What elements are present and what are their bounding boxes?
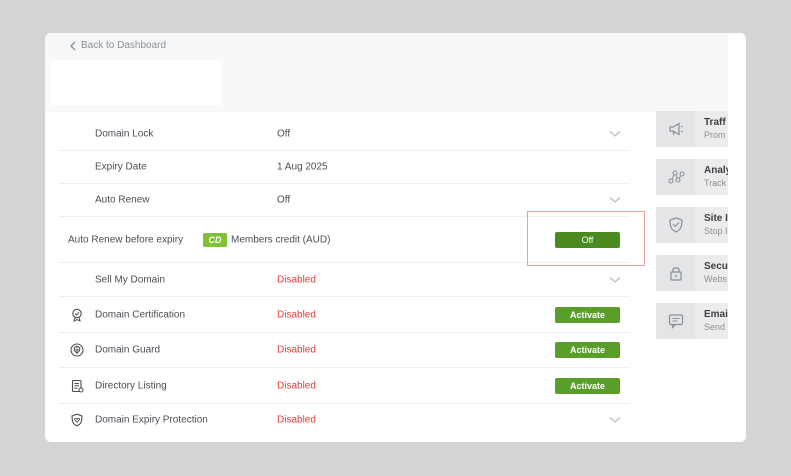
addon-status: Disabled: [277, 380, 316, 391]
sidebar-card-subtitle: Send: [704, 322, 726, 332]
addon-row-directory-listing: Directory Listing Disabled Activate: [58, 368, 630, 404]
addon-label: Directory Listing: [95, 380, 167, 391]
addon-label: Domain Expiry Protection: [95, 414, 208, 426]
sidebar-card-title: Site I: [704, 213, 728, 224]
chevron-left-icon: [70, 41, 76, 50]
lock-icon: [669, 267, 682, 281]
back-to-dashboard-link[interactable]: Back to Dashboard: [69, 40, 166, 51]
activate-button[interactable]: Activate: [555, 342, 620, 358]
sidebar-card-security[interactable]: Secu Webs: [656, 255, 728, 291]
members-credit-text: Members credit (AUD): [231, 234, 331, 245]
sidebar-card-title: Emai: [704, 309, 728, 320]
chevron-down-icon[interactable]: [609, 196, 621, 204]
sidebar-card-subtitle: Track: [704, 178, 727, 188]
setting-label: Domain Lock: [95, 128, 154, 140]
sidebar-card-subtitle: Webs: [704, 274, 727, 284]
sidebar-card-subtitle: Stop I: [704, 226, 728, 236]
addon-status: Disabled: [277, 274, 316, 285]
sidebar-card-title: Analy: [704, 165, 728, 176]
sidebar-card-email[interactable]: Emai Send: [656, 303, 728, 339]
auto-renew-off-button[interactable]: Off: [555, 231, 620, 248]
setting-label: Auto Renew: [95, 194, 150, 206]
setting-value: Off: [277, 128, 291, 140]
setting-value: 1 Aug 2025: [277, 161, 328, 173]
setting-label: Auto Renew before expiry: [68, 234, 184, 245]
addon-status: Disabled: [277, 414, 316, 426]
domain-settings-card: Back to Dashboard Domain Lock Off Expiry…: [45, 33, 746, 442]
setting-row-auto-renew-before-expiry: Auto Renew before expiry CD Members cred…: [58, 211, 645, 266]
directory-icon: [71, 379, 84, 392]
chat-icon: [668, 314, 683, 329]
globe-shield-icon: [70, 343, 84, 357]
megaphone-icon: [668, 122, 683, 136]
addon-status: Disabled: [277, 309, 316, 320]
certificate-icon: [72, 308, 82, 322]
recommendations-sidebar: Traff Prom Analy Track Site I Stop I Sec…: [656, 111, 728, 351]
addon-row-domain-certification: Domain Certification Disabled Activate: [58, 297, 630, 333]
sidebar-card-subtitle: Prom: [704, 130, 726, 140]
cd-badge: CD: [203, 232, 227, 247]
analytics-icon: [667, 170, 685, 184]
addon-label: Sell My Domain: [95, 274, 166, 285]
addon-row-sell-my-domain: Sell My Domain Disabled: [58, 263, 630, 297]
chevron-down-icon[interactable]: [609, 416, 621, 424]
shield-heart-icon: [71, 413, 83, 427]
addon-label: Domain Certification: [95, 309, 186, 320]
shield-icon: [668, 217, 683, 233]
activate-button[interactable]: Activate: [555, 306, 620, 323]
setting-row-expiry-date: Expiry Date 1 Aug 2025: [58, 151, 630, 184]
settings-list: Domain Lock Off Expiry Date 1 Aug 2025 A…: [58, 118, 645, 436]
setting-value: Off: [277, 194, 291, 206]
setting-row-domain-lock: Domain Lock Off: [58, 118, 630, 151]
addon-label: Domain Guard: [95, 344, 161, 356]
page-header: Back to Dashboard: [45, 33, 728, 112]
addon-status: Disabled: [277, 344, 316, 356]
chevron-down-icon[interactable]: [609, 276, 621, 284]
sidebar-card-analytics[interactable]: Analy Track: [656, 159, 728, 195]
sidebar-card-title: Secu: [704, 261, 728, 272]
activate-button[interactable]: Activate: [555, 377, 620, 394]
sidebar-card-site-protection[interactable]: Site I Stop I: [656, 207, 728, 243]
setting-label: Expiry Date: [95, 161, 147, 173]
sidebar-card-title: Traff: [704, 117, 726, 128]
chevron-down-icon[interactable]: [609, 130, 621, 138]
addon-row-domain-guard: Domain Guard Disabled Activate: [58, 333, 630, 368]
sidebar-card-traffic[interactable]: Traff Prom: [656, 111, 728, 147]
back-label: Back to Dashboard: [81, 40, 167, 51]
addon-row-domain-expiry-protection: Domain Expiry Protection Disabled: [58, 404, 630, 436]
domain-logo-placeholder: [51, 60, 221, 105]
